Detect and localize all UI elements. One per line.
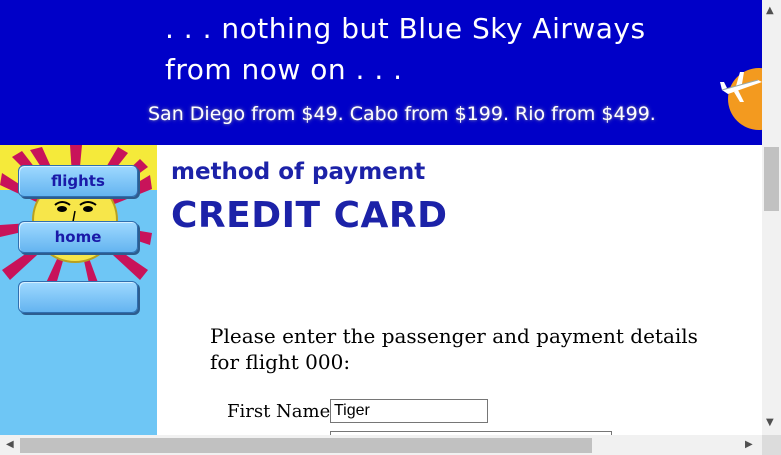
scrollbar-corner [762,435,781,455]
arrow-down-icon[interactable]: ▼ [766,418,774,428]
nav-flights-button[interactable]: flights [18,165,138,197]
nav-home-button[interactable]: home [18,221,138,253]
nav-third-button[interactable] [18,281,138,313]
arrow-right-icon[interactable]: ▶ [745,440,753,450]
header-banner: . . . nothing but Blue Sky Airways from … [0,0,762,145]
vertical-scroll-thumb[interactable] [764,147,779,211]
first-name-label: First Name : [227,401,343,422]
credit-card-heading: CREDIT CARD [171,195,448,236]
airplane-icon [720,72,762,102]
first-name-input[interactable] [330,399,488,423]
banner-slogan-line1: . . . nothing but Blue Sky Airways [165,12,646,45]
intro-text: Please enter the passenger and payment d… [210,324,698,374]
horizontal-scroll-thumb[interactable] [20,438,592,453]
banner-slogan-line2: from now on . . . [165,53,403,86]
method-of-payment-heading: method of payment [171,159,426,185]
main-content: method of payment CREDIT CARD Please ent… [157,145,762,435]
vertical-scrollbar[interactable] [762,0,781,435]
arrow-up-icon[interactable]: ▲ [766,6,774,16]
banner-promo-text: San Diego from $49. Cabo from $199. Rio … [148,103,656,125]
arrow-left-icon[interactable]: ◀ [6,440,14,450]
